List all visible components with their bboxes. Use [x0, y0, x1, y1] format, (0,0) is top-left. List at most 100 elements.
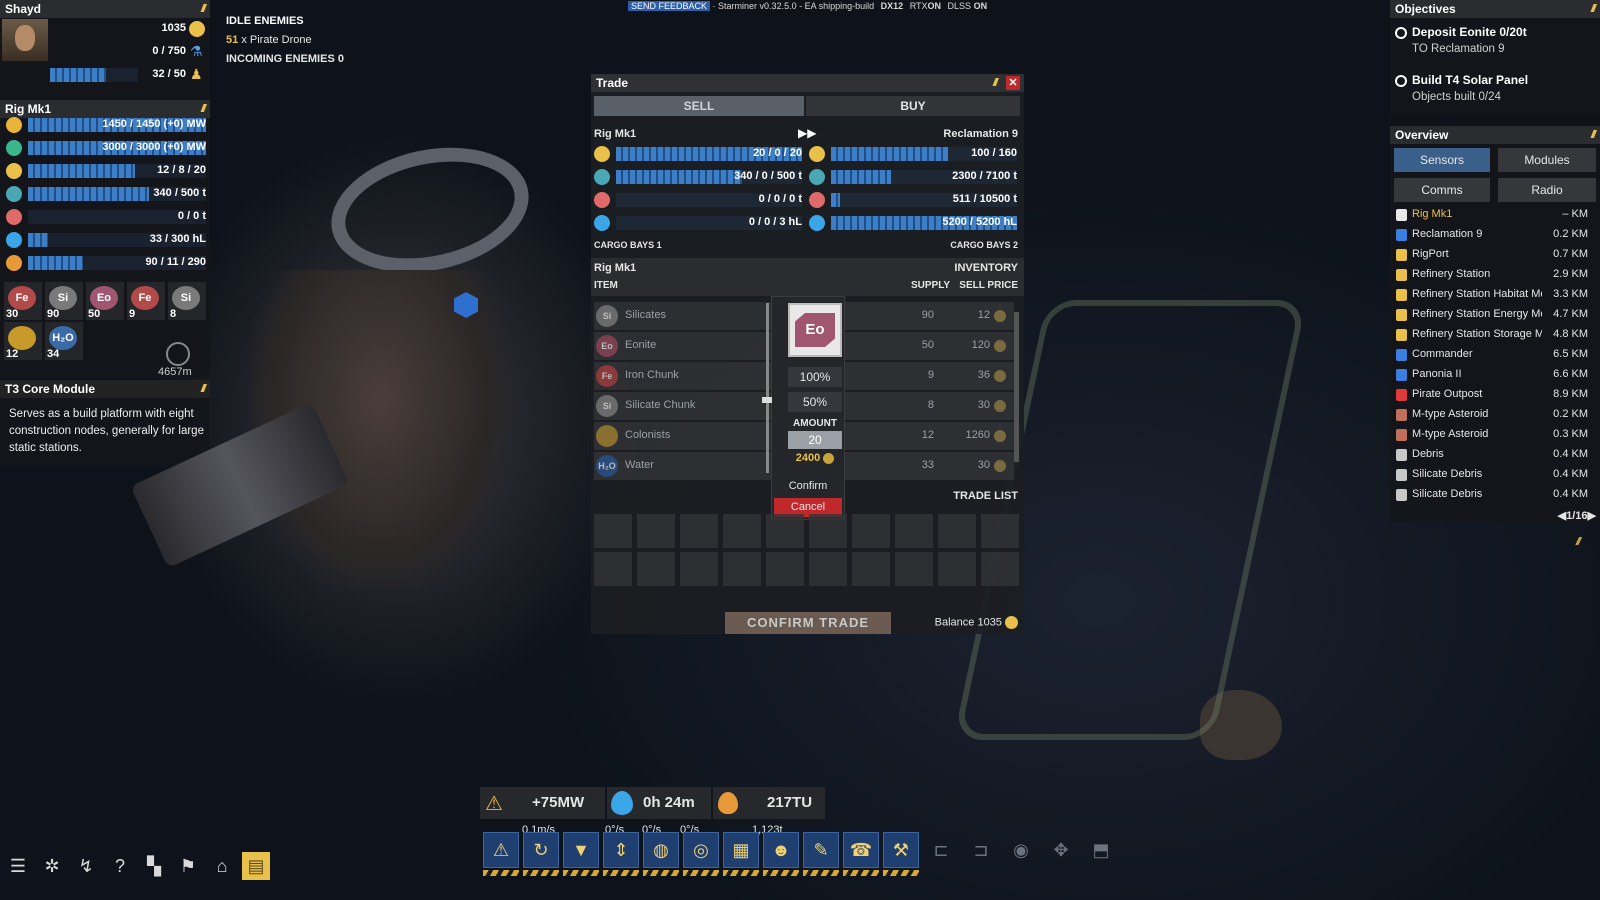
send-feedback-button[interactable]: SEND FEEDBACK	[628, 1, 711, 11]
trade-slot[interactable]	[723, 552, 761, 586]
flag-icon[interactable]: ⚑	[174, 852, 202, 880]
power-icon[interactable]: ⚠	[483, 832, 519, 868]
tab-sensors[interactable]: Sensors	[1394, 148, 1490, 172]
trade-slot[interactable]	[680, 514, 718, 548]
close-icon[interactable]: ✕	[1006, 76, 1020, 90]
trade-slot[interactable]	[766, 552, 804, 586]
fuel-icon	[6, 255, 22, 271]
repair-icon[interactable]: ⚒	[883, 832, 919, 868]
amount-slider-handle[interactable]	[762, 397, 772, 403]
trade-slot[interactable]	[766, 514, 804, 548]
eonite-badge: Eo	[795, 313, 835, 347]
colonists-bar	[50, 68, 138, 82]
tab-buy[interactable]: BUY	[806, 96, 1020, 116]
resource-tile[interactable]: Fe 9	[127, 282, 165, 320]
overview-item[interactable]: Refinery Station 2.9 KM	[1394, 265, 1590, 285]
trade-slot[interactable]	[637, 514, 675, 548]
avatar[interactable]	[2, 19, 48, 61]
amount-slider[interactable]	[766, 303, 769, 473]
trade-slot[interactable]	[637, 552, 675, 586]
trade-slot[interactable]	[723, 514, 761, 548]
overview-item[interactable]: Rig Mk1 – KM	[1394, 205, 1590, 225]
resource-tile[interactable]: Fe 30	[4, 282, 42, 320]
overview-item[interactable]: Pirate Outpost 8.9 KM	[1394, 385, 1590, 405]
overview-item[interactable]: Refinery Station Energy Mo 4.7 KM	[1394, 305, 1590, 325]
build-icon[interactable]: ✎	[803, 832, 839, 868]
overview-item[interactable]: Silicate Debris 0.4 KM	[1394, 485, 1590, 505]
pct-50-button[interactable]: 50%	[788, 392, 842, 412]
trade-slot[interactable]	[895, 552, 933, 586]
map-icon[interactable]: ✲	[38, 852, 66, 880]
object-type-icon	[1396, 469, 1407, 481]
drill-icon[interactable]: ⇕	[603, 832, 639, 868]
tab-modules[interactable]: Modules	[1498, 148, 1596, 172]
pct-100-button[interactable]: 100%	[788, 367, 842, 387]
notes-icon[interactable]: ▤	[242, 852, 270, 880]
overview-item[interactable]: Debris 0.4 KM	[1394, 445, 1590, 465]
grapple-icon[interactable]: ↻	[523, 832, 559, 868]
cargo-icon[interactable]: ▦	[723, 832, 759, 868]
scanner-icon[interactable]: ▼	[563, 832, 599, 868]
resource-tile[interactable]: H₂O 34	[45, 322, 83, 360]
overview-item[interactable]: M-type Asteroid 0.2 KM	[1394, 405, 1590, 425]
overview-item[interactable]: M-type Asteroid 0.3 KM	[1394, 425, 1590, 445]
next-page-icon[interactable]: ▶	[1588, 510, 1596, 522]
trade-slot[interactable]	[809, 514, 847, 548]
overview-item[interactable]: Commander 6.5 KM	[1394, 345, 1590, 365]
tab-comms[interactable]: Comms	[1394, 178, 1490, 202]
overview-item[interactable]: Refinery Station Storage Mo 4.8 KM	[1394, 325, 1590, 345]
col-sell-price: SELL PRICE	[959, 280, 1018, 291]
dock-icon[interactable]: ⊏	[923, 832, 959, 868]
objective-radio-icon[interactable]	[1395, 27, 1407, 39]
distance-dial-icon[interactable]	[166, 342, 190, 366]
trade-slot[interactable]	[594, 552, 632, 586]
inventory-scrollbar[interactable]	[1014, 312, 1019, 462]
overview-pager[interactable]: ◀1/16▶	[1558, 509, 1596, 522]
trade-slot[interactable]	[938, 552, 976, 586]
trade-slot[interactable]	[680, 552, 718, 586]
trade-slot[interactable]	[938, 514, 976, 548]
resource-tile[interactable]: Si 90	[45, 282, 83, 320]
resource-tile[interactable]: Si 8	[168, 282, 206, 320]
trade-slot[interactable]	[852, 514, 890, 548]
globe-icon[interactable]: ◍	[643, 832, 679, 868]
fleet-icon[interactable]: ↯	[72, 852, 100, 880]
overview-item[interactable]: RigPort 0.7 KM	[1394, 245, 1590, 265]
center-icon[interactable]: ◉	[1003, 832, 1039, 868]
tab-sell[interactable]: SELL	[594, 96, 804, 116]
help-icon[interactable]: ?	[106, 852, 134, 880]
trade-slot[interactable]	[594, 514, 632, 548]
objective-radio-icon[interactable]	[1395, 75, 1407, 87]
tab-radio[interactable]: Radio	[1498, 178, 1596, 202]
colonists-value: 32 / 50	[152, 68, 186, 80]
layout-icon[interactable]: ▚	[140, 852, 168, 880]
trade-slot[interactable]	[895, 514, 933, 548]
trade-slot[interactable]	[852, 552, 890, 586]
prev-page-icon[interactable]: ◀	[1558, 510, 1566, 522]
resource-count: 12	[6, 348, 19, 360]
resource-count: 50	[88, 308, 101, 320]
confirm-trade-button[interactable]: CONFIRM TRADE	[725, 612, 891, 634]
hotkey-strip	[563, 870, 599, 876]
trade-slot[interactable]	[981, 514, 1019, 548]
overview-item[interactable]: Reclamation 9 0.2 KM	[1394, 225, 1590, 245]
overview-item[interactable]: Panonia II 6.6 KM	[1394, 365, 1590, 385]
amount-input[interactable]: 20	[788, 431, 842, 449]
undock-icon[interactable]: ⊐	[963, 832, 999, 868]
tractor-icon[interactable]: ⬒	[1083, 832, 1119, 868]
overview-item[interactable]: Refinery Station Habitat Mo 3.3 KM	[1394, 285, 1590, 305]
trade-slot[interactable]	[809, 552, 847, 586]
module-panel: T3 Core Module /// Serves as a build pla…	[0, 380, 210, 466]
resource-tile[interactable]: Eo 50	[86, 282, 124, 320]
overview-item[interactable]: Silicate Debris 0.4 KM	[1394, 465, 1590, 485]
move-icon[interactable]: ✥	[1043, 832, 1079, 868]
home-icon[interactable]: ⌂	[208, 852, 236, 880]
resource-tile[interactable]: 12	[4, 322, 42, 360]
target-icon[interactable]: ◎	[683, 832, 719, 868]
trade-slot[interactable]	[981, 552, 1019, 586]
transfer-arrows-icon[interactable]: ▶▶	[798, 126, 816, 140]
confirm-button[interactable]: Confirm	[772, 477, 844, 495]
crew-icon[interactable]: ☻	[763, 832, 799, 868]
menu-icon[interactable]: ☰	[4, 852, 32, 880]
comms-icon[interactable]: ☎	[843, 832, 879, 868]
